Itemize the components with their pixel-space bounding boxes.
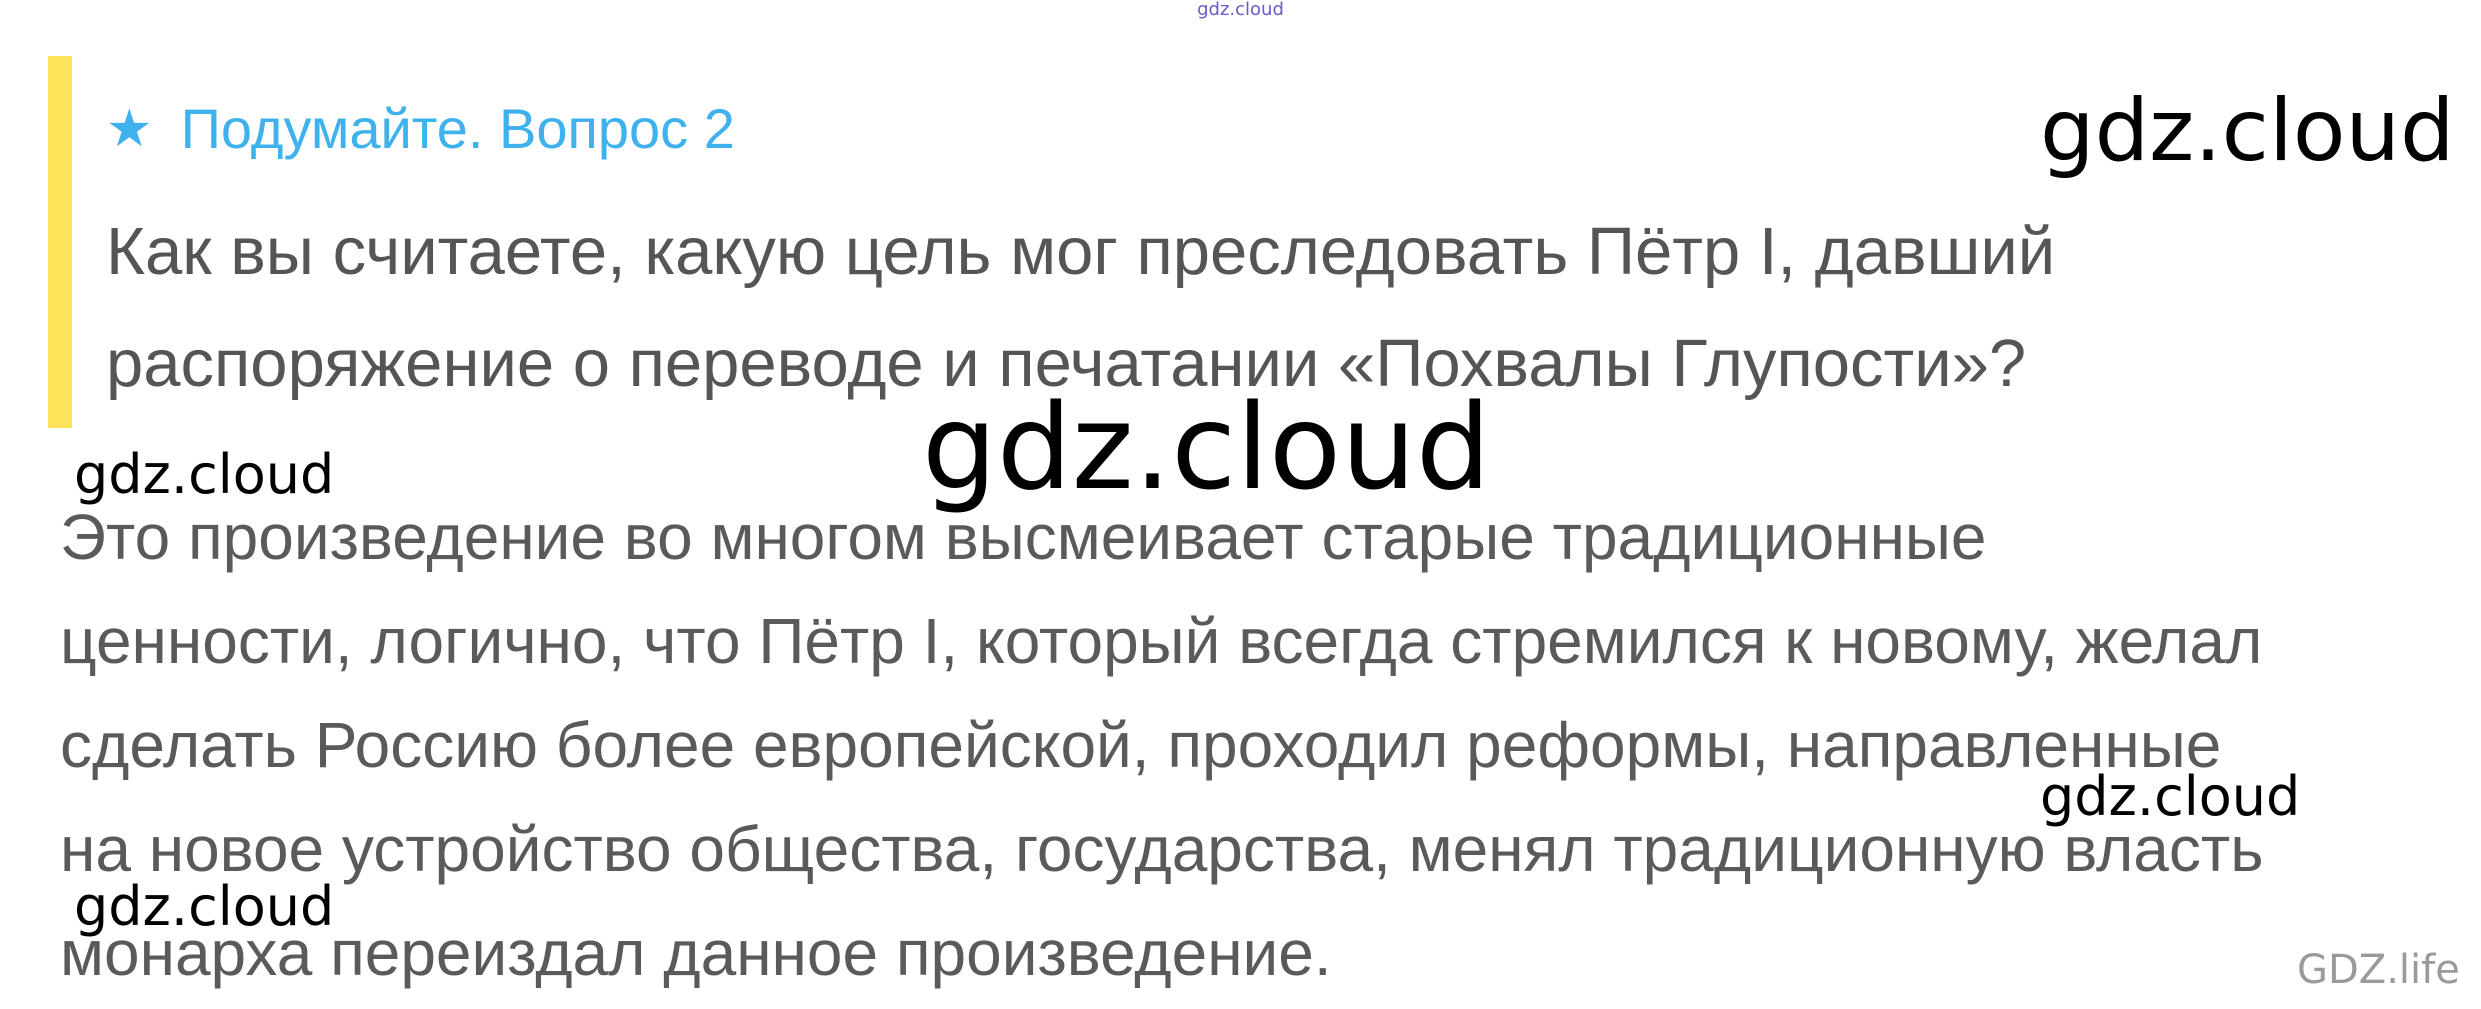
watermark-left-lower: gdz.cloud (74, 875, 335, 938)
answer-text: Это произведение во многом высмеивает ст… (60, 485, 2450, 1005)
question-heading: ★ Подумайте. Вопрос 2 (106, 94, 735, 164)
footer-watermark: GDZ.life (2297, 947, 2460, 993)
watermark-top-right: gdz.cloud (2040, 81, 2455, 181)
top-watermark: gdz.cloud (1197, 0, 1284, 20)
accent-bar (48, 56, 72, 428)
watermark-center: gdz.cloud (922, 378, 1491, 516)
star-icon: ★ (106, 100, 153, 158)
watermark-left-upper: gdz.cloud (74, 443, 335, 506)
question-line: Как вы считаете, какую цель мог преследо… (106, 214, 2056, 289)
answer-line: ценности, логично, что Пётр I, который в… (60, 605, 2263, 677)
question-heading-label: Подумайте. Вопрос 2 (180, 97, 735, 160)
watermark-right-lower: gdz.cloud (2040, 765, 2301, 828)
answer-line: монарха переиздал данное произведение. (60, 917, 1332, 989)
